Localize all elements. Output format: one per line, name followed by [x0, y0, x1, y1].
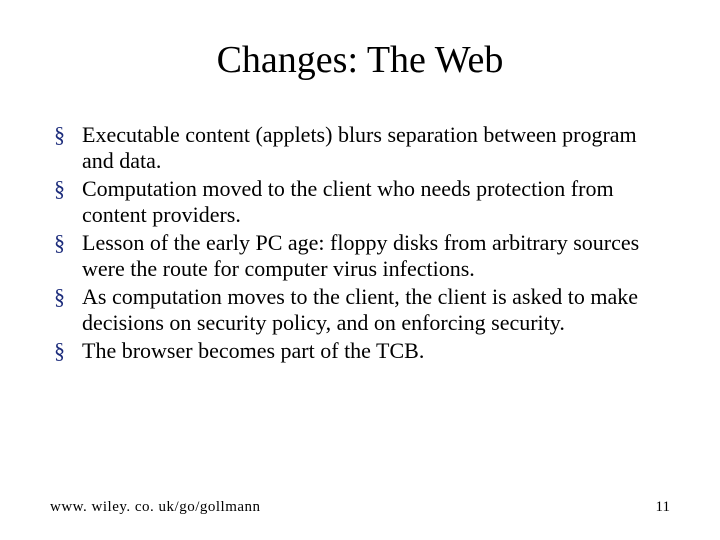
- slide-title: Changes: The Web: [50, 38, 670, 82]
- list-item: The browser becomes part of the TCB.: [82, 338, 670, 364]
- footer-url: www. wiley. co. uk/go/gollmann: [50, 499, 261, 516]
- page-number: 11: [656, 499, 670, 516]
- list-item: As computation moves to the client, the …: [82, 284, 670, 336]
- list-item: Lesson of the early PC age: floppy disks…: [82, 230, 670, 282]
- list-item: Computation moved to the client who need…: [82, 176, 670, 228]
- bullet-list: Executable content (applets) blurs separ…: [50, 122, 670, 364]
- footer: www. wiley. co. uk/go/gollmann 11: [50, 499, 670, 516]
- list-item: Executable content (applets) blurs separ…: [82, 122, 670, 174]
- slide: Changes: The Web Executable content (app…: [0, 0, 720, 540]
